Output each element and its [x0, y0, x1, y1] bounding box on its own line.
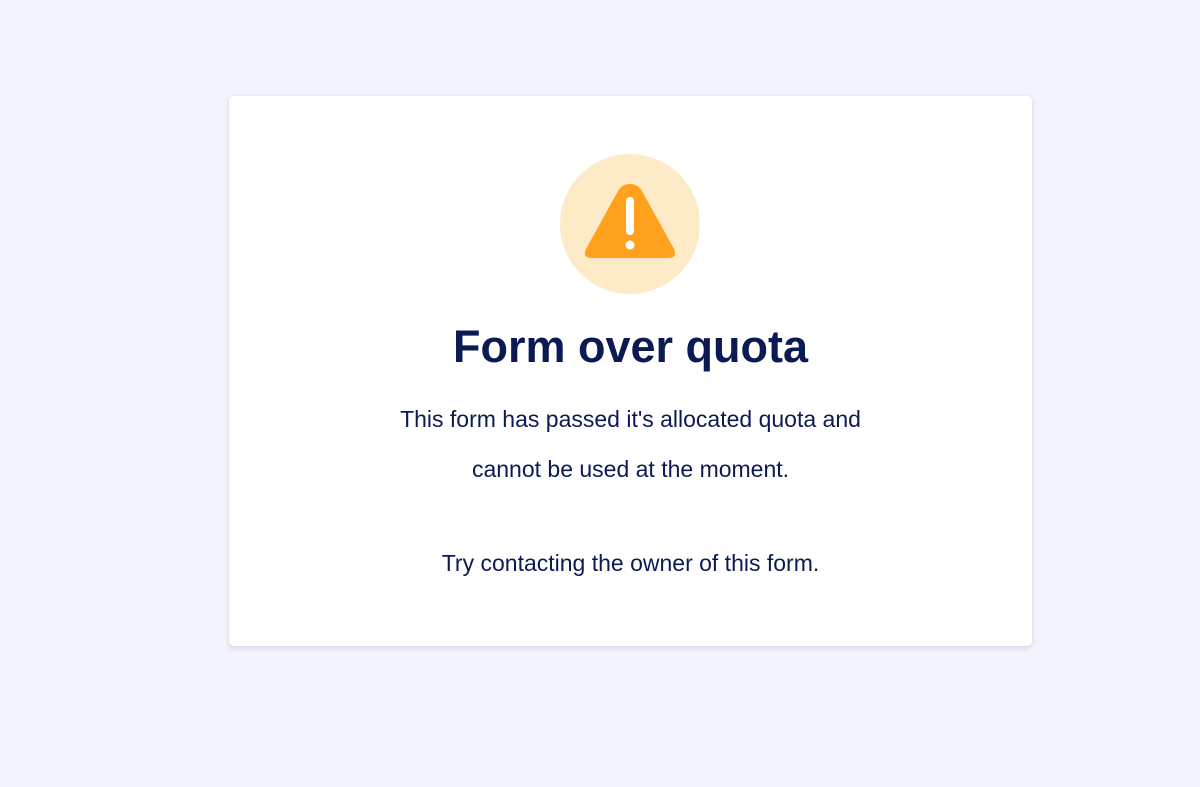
quota-message-line-2: cannot be used at the moment.	[471, 456, 790, 482]
quota-message-line-1: This form has passed it's allocated quot…	[400, 406, 861, 432]
contact-owner-hint: Try contacting the owner of this form.	[441, 550, 820, 576]
quota-error-card: Form over quota This form has passed it'…	[229, 96, 1032, 646]
warning-icon-badge	[560, 154, 700, 294]
page-title: Form over quota	[452, 321, 809, 372]
warning-triangle-icon	[584, 184, 676, 258]
quota-message: This form has passed it's allocated quot…	[329, 394, 932, 494]
